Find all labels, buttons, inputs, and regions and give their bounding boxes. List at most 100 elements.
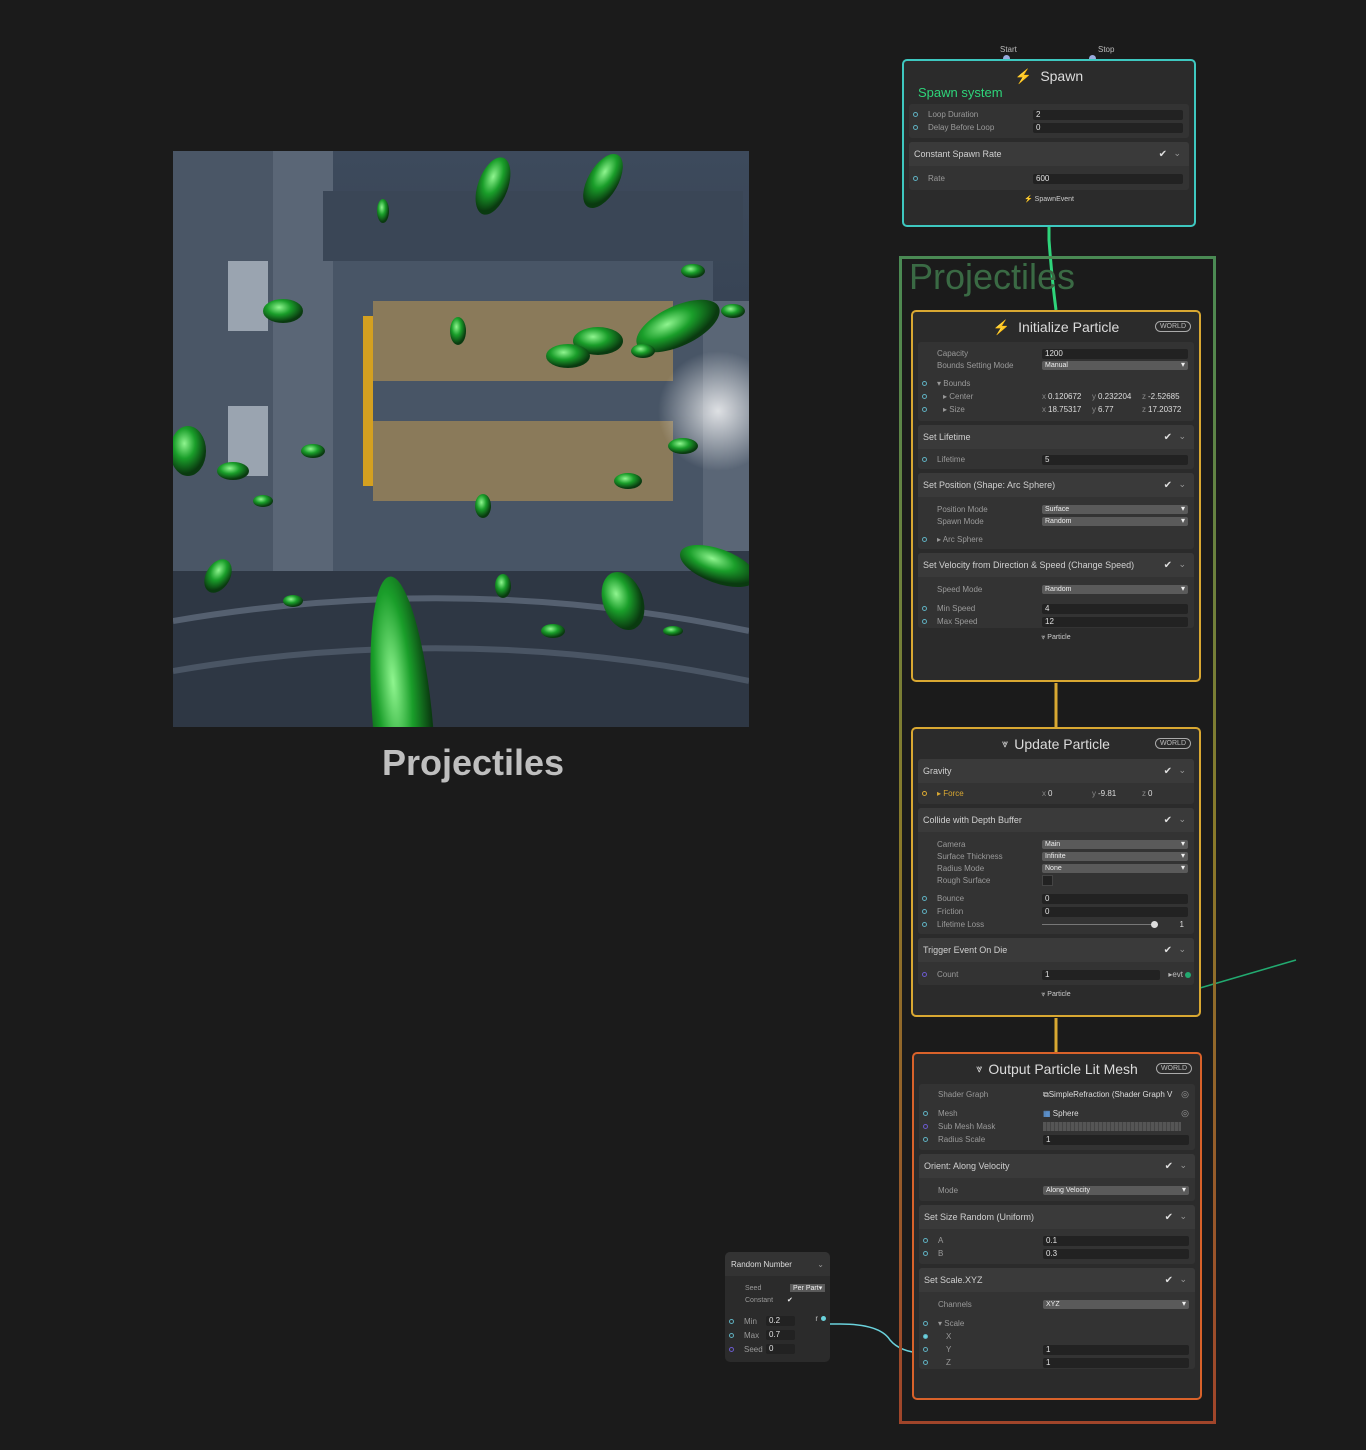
- rate-field[interactable]: 600: [1033, 173, 1183, 184]
- constant-spawn-rate-block[interactable]: Constant Spawn Rate ✔ ⌄ Rate 600: [909, 142, 1189, 190]
- port[interactable]: [923, 1347, 928, 1352]
- chevron-down-icon[interactable]: ⌄: [1179, 1160, 1187, 1171]
- count-field[interactable]: 1: [1042, 969, 1161, 980]
- port[interactable]: [922, 381, 927, 386]
- set-lifetime-block[interactable]: Set Lifetime ✔ ⌄ Lifetime 5: [918, 425, 1194, 469]
- check-icon[interactable]: ✔: [1165, 1161, 1173, 1172]
- port[interactable]: [923, 1111, 928, 1116]
- size-label[interactable]: ▸ Size: [937, 405, 1042, 414]
- chevron-down-icon[interactable]: ⌄: [817, 1260, 824, 1269]
- lifetime-loss-slider[interactable]: 1: [1042, 920, 1188, 930]
- loop-duration-field[interactable]: 2: [1033, 109, 1183, 120]
- a-field[interactable]: 0.1: [1043, 1235, 1189, 1246]
- trigger-event-on-die-block[interactable]: Trigger Event On Die ✔ ⌄ Count 1 ▸evt: [918, 938, 1194, 985]
- init-output-port[interactable]: ⩔ Particle: [913, 632, 1199, 644]
- seed-mode-dropdown[interactable]: Per Part▾: [790, 1284, 826, 1292]
- force-vector[interactable]: x 0 y -9.81 z 0: [1042, 789, 1188, 798]
- port[interactable]: [922, 537, 927, 542]
- arc-sphere-label[interactable]: ▸ Arc Sphere: [937, 535, 1042, 544]
- port[interactable]: [729, 1346, 734, 1352]
- port[interactable]: [923, 1321, 928, 1326]
- update-output-port[interactable]: ⩔ Particle: [913, 989, 1199, 1001]
- shader-graph-field[interactable]: ⧉SimpleRefraction (Shader Graph V: [1043, 1090, 1181, 1100]
- port[interactable]: [729, 1318, 734, 1324]
- world-badge[interactable]: WORLD: [1154, 321, 1191, 332]
- chevron-down-icon[interactable]: ⌄: [1173, 148, 1181, 159]
- bounds-label[interactable]: ▾ Bounds: [937, 379, 1042, 388]
- center-label[interactable]: ▸ Center: [937, 392, 1042, 401]
- slider-handle[interactable]: [1151, 920, 1158, 928]
- chevron-down-icon[interactable]: ⌄: [1178, 479, 1186, 490]
- scale-label[interactable]: ▾ Scale: [938, 1319, 1043, 1328]
- delay-field[interactable]: 0: [1033, 122, 1183, 133]
- port[interactable]: [923, 1137, 928, 1142]
- check-icon[interactable]: ✔: [1165, 1275, 1173, 1286]
- port[interactable]: [923, 1238, 928, 1243]
- min-field[interactable]: 0.2: [766, 1316, 795, 1326]
- port[interactable]: [923, 1124, 928, 1129]
- port[interactable]: [923, 1251, 928, 1256]
- port[interactable]: [922, 972, 927, 977]
- check-icon[interactable]: ✔: [1164, 432, 1172, 443]
- output-particle-lit-mesh-node[interactable]: ⩔ Output Particle Lit Mesh WORLD Shader Gr…: [912, 1052, 1202, 1400]
- seed-field[interactable]: 0: [766, 1344, 795, 1354]
- spawn-node[interactable]: ⚡ Spawn Spawn system Loop Duration 2 Delay…: [902, 59, 1196, 227]
- mesh-field[interactable]: ▦ Sphere: [1043, 1109, 1181, 1118]
- chevron-down-icon[interactable]: ⌄: [1178, 559, 1186, 570]
- chevron-down-icon[interactable]: ⌄: [1178, 765, 1186, 776]
- object-picker-icon[interactable]: ◎: [1181, 1089, 1189, 1100]
- initialize-particle-node[interactable]: ⚡ Initialize Particle WORLD Capacity 1200 B…: [911, 310, 1201, 682]
- bounds-mode-dropdown[interactable]: Manual: [1042, 360, 1188, 370]
- gravity-block[interactable]: Gravity ✔ ⌄ ▸ Force x 0 y -9.81 z 0: [918, 759, 1194, 804]
- mode-dropdown[interactable]: Along Velocity: [1043, 1185, 1189, 1195]
- spawn-output-port[interactable]: ⚡ SpawnEvent: [904, 194, 1194, 206]
- force-label[interactable]: ▸ Force: [937, 789, 1042, 798]
- thickness-dropdown[interactable]: Infinite: [1042, 851, 1188, 861]
- lifetime-loss-value[interactable]: 1: [1180, 920, 1184, 929]
- port[interactable]: [922, 606, 927, 611]
- world-badge[interactable]: WORLD: [1154, 738, 1191, 749]
- port[interactable]: [913, 125, 918, 130]
- lifetime-field[interactable]: 5: [1042, 454, 1188, 465]
- port[interactable]: [922, 896, 927, 901]
- size-vector[interactable]: x 18.75317 y 6.77 z 17.20372: [1042, 405, 1188, 414]
- channels-dropdown[interactable]: XYZ: [1043, 1299, 1189, 1309]
- port[interactable]: [922, 791, 927, 796]
- speed-mode-dropdown[interactable]: Random: [1042, 584, 1188, 594]
- position-mode-dropdown[interactable]: Surface: [1042, 504, 1188, 514]
- check-icon[interactable]: ✔: [1164, 766, 1172, 777]
- center-vector[interactable]: x 0.120672 y 0.232204 z -2.52685: [1042, 392, 1188, 401]
- port[interactable]: [922, 407, 927, 412]
- evt-port[interactable]: [1185, 971, 1191, 978]
- rough-surface-checkbox[interactable]: [1042, 874, 1053, 886]
- port[interactable]: [922, 909, 927, 914]
- port[interactable]: [922, 457, 927, 462]
- bounce-field[interactable]: 0: [1042, 893, 1188, 904]
- radius-scale-field[interactable]: 1: [1043, 1134, 1189, 1145]
- world-badge[interactable]: WORLD: [1155, 1063, 1192, 1074]
- set-velocity-block[interactable]: Set Velocity from Direction & Speed (Cha…: [918, 553, 1194, 628]
- y-field[interactable]: 1: [1043, 1344, 1189, 1355]
- output-port[interactable]: [821, 1316, 826, 1321]
- b-field[interactable]: 0.3: [1043, 1248, 1189, 1259]
- random-number-node[interactable]: Random Number ⌄ Seed Per Part▾ Constant ✔ M…: [725, 1252, 830, 1362]
- min-speed-field[interactable]: 4: [1042, 603, 1188, 614]
- set-size-random-block[interactable]: Set Size Random (Uniform) ✔ ⌄ A 0.1 B 0.3: [919, 1205, 1195, 1264]
- check-icon[interactable]: ✔: [1164, 945, 1172, 956]
- sub-mesh-mask-field[interactable]: [1043, 1122, 1181, 1131]
- port[interactable]: [923, 1334, 928, 1339]
- port[interactable]: [923, 1360, 928, 1365]
- chevron-down-icon[interactable]: ⌄: [1179, 1274, 1187, 1285]
- capacity-field[interactable]: 1200: [1042, 348, 1188, 359]
- check-icon[interactable]: ✔: [1159, 149, 1167, 160]
- object-picker-icon[interactable]: ◎: [1181, 1108, 1189, 1119]
- port[interactable]: [922, 619, 927, 624]
- port[interactable]: [922, 394, 927, 399]
- check-icon[interactable]: ✔: [1164, 560, 1172, 571]
- orient-block[interactable]: Orient: Along Velocity ✔ ⌄ Mode Along Veloc…: [919, 1154, 1195, 1201]
- port[interactable]: [913, 176, 918, 181]
- random-output[interactable]: r: [815, 1314, 826, 1323]
- set-position-block[interactable]: Set Position (Shape: Arc Sphere) ✔ ⌄ Posit…: [918, 473, 1194, 549]
- set-scale-xyz-block[interactable]: Set Scale.XYZ ✔ ⌄ Channels XYZ ▾ Scale X Y 1…: [919, 1268, 1195, 1369]
- chevron-down-icon[interactable]: ⌄: [1178, 814, 1186, 825]
